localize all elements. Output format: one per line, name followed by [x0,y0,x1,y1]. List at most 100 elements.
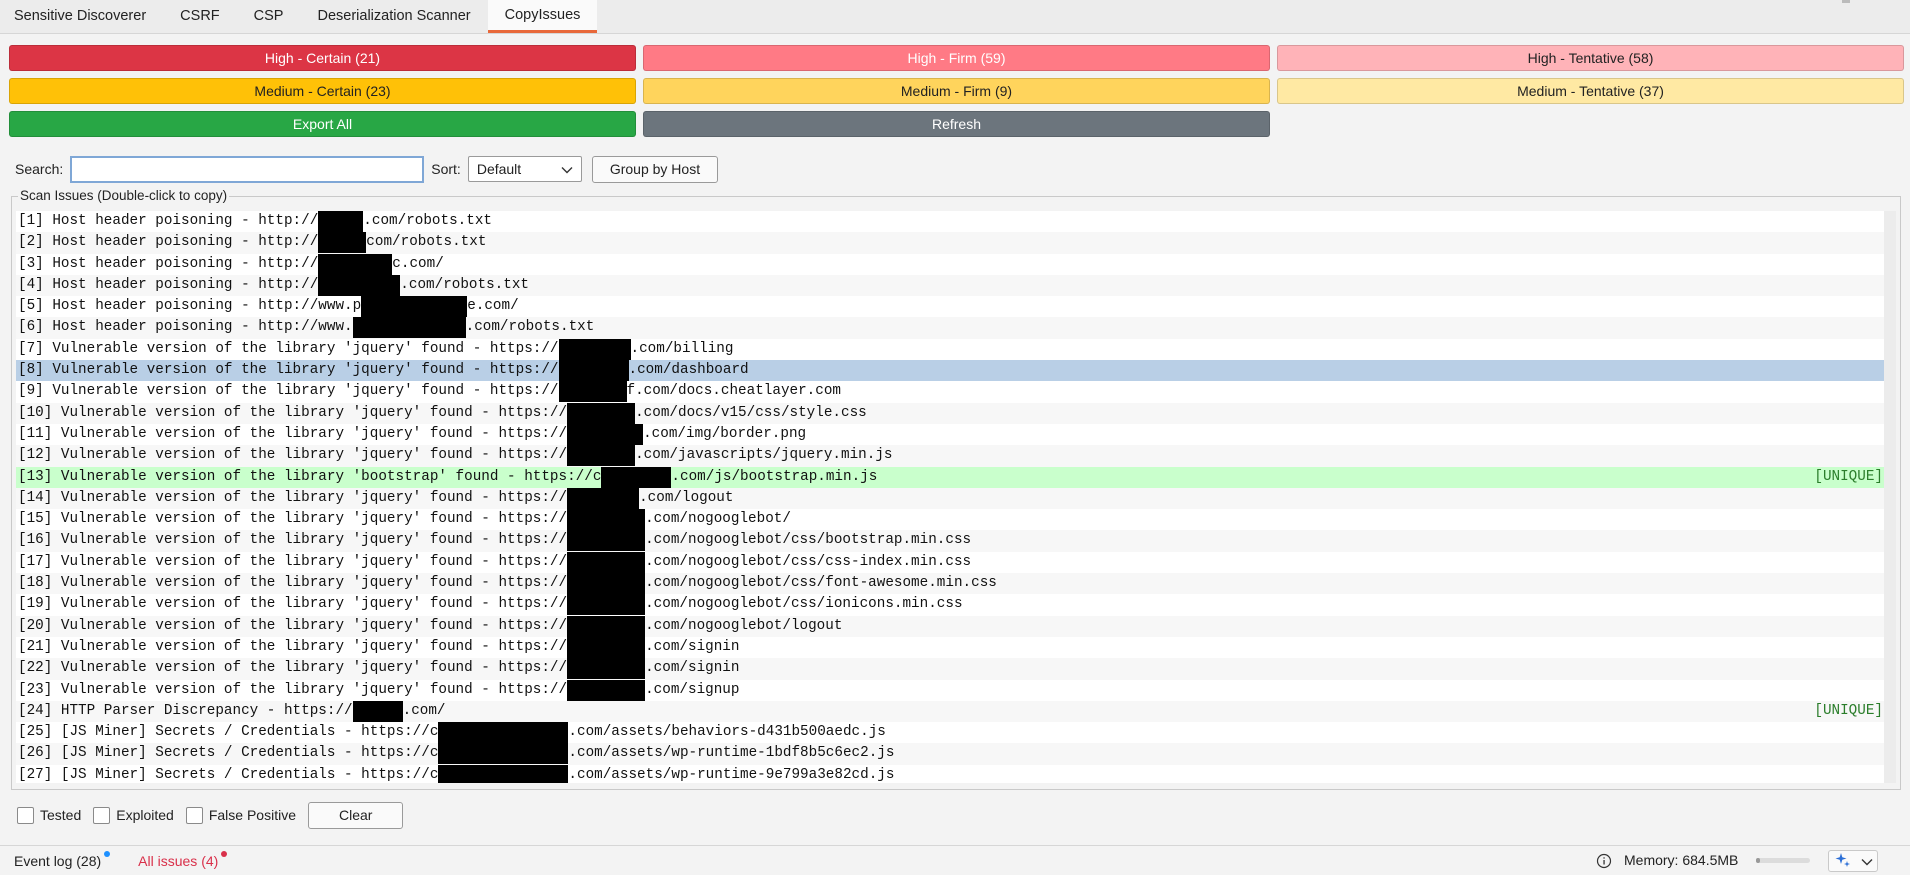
false-positive-checkbox[interactable]: False Positive [185,806,296,824]
info-icon[interactable] [1596,853,1612,872]
issue-text-suffix: .com/signin [645,660,740,677]
issue-text-prefix: [16] Vulnerable version of the library '… [18,532,568,549]
redacted-host [567,615,646,637]
ai-assistant-button[interactable] [1828,850,1878,872]
medium-tentative-button[interactable]: Medium - Tentative (37) [1277,78,1904,104]
memory-bar [1756,858,1810,863]
issue-row[interactable]: [5] Host header poisoning - http://www.p… [16,296,1885,318]
redacted-host [567,573,646,595]
event-log-link[interactable]: Event log (28) [14,850,111,869]
issue-text-prefix: [24] HTTP Parser Discrepancy - https:// [18,702,353,719]
tab-copyissues[interactable]: CopyIssues [487,0,598,33]
issue-text-suffix: .com/robots.txt [400,276,529,293]
issue-row[interactable]: [7] Vulnerable version of the library 'j… [16,338,1885,360]
issue-text-suffix: c.com/ [392,255,444,272]
all-issues-link[interactable]: All issues (4) [138,850,228,869]
tab-sensitive-discoverer[interactable]: Sensitive Discoverer [0,0,163,33]
event-log-dot [104,850,111,857]
issue-text-prefix: [19] Vulnerable version of the library '… [18,596,568,613]
tested-checkbox-box[interactable] [17,806,34,824]
issue-row[interactable]: [24] HTTP Parser Discrepancy - https://.… [16,700,1885,723]
redacted-host [318,211,364,232]
issue-row[interactable]: [22] Vulnerable version of the library '… [16,658,1885,680]
issue-row[interactable]: [12] Vulnerable version of the library '… [16,445,1885,467]
issue-list[interactable]: [1] Host header poisoning - http:// .com/… [16,211,1885,783]
issue-row[interactable]: [6] Host header poisoning - http://www..… [16,317,1885,339]
issue-row[interactable]: [8] Vulnerable version of the library 'j… [16,360,1885,382]
issue-row[interactable]: [27] [JS Miner] Secrets / Credentials - … [16,764,1885,783]
issue-row[interactable]: [26] [JS Miner] Secrets / Credentials - … [16,743,1885,765]
issue-row[interactable]: [14] Vulnerable version of the library '… [16,487,1885,510]
issue-row[interactable]: [4] Host header poisoning - http:// .com/… [16,274,1885,297]
exploited-checkbox-box[interactable] [93,806,111,824]
tested-checkbox[interactable]: Tested [17,806,82,824]
tab-csp[interactable]: CSP [237,0,301,33]
issue-text-prefix: [10] Vulnerable version of the library '… [18,404,568,421]
tab-csrf[interactable]: CSRF [163,0,236,33]
issue-text-suffix: .com/signup [645,681,740,698]
issue-text-suffix: .com/assets/wp-runtime-1bdf8b5c6ec2.js [568,745,895,762]
search-input[interactable] [70,155,425,183]
issue-row[interactable]: [25] [JS Miner] Secrets / Credentials - … [16,722,1885,744]
high-firm-button[interactable]: High - Firm (59) [643,45,1270,71]
search-label: Search: [15,161,64,177]
redacted-host [438,722,569,744]
issue-row[interactable]: [20] Vulnerable version of the library '… [16,615,1885,637]
issue-text-prefix: [14] Vulnerable version of the library '… [18,489,568,506]
issue-text-suffix: .com/assets/behaviors-d431b500aedc.js [568,724,886,741]
issue-text-suffix: .com/ [402,702,446,719]
issue-row[interactable]: [2] Host header poisoning - http:// com/r… [16,232,1885,254]
tab-deserialization-scanner[interactable]: Deserialization Scanner [300,0,487,33]
issue-row[interactable]: [1] Host header poisoning - http:// .com/… [16,211,1885,232]
redacted-host [352,317,466,339]
issue-row[interactable]: [23] Vulnerable version of the library '… [16,679,1885,701]
issue-text-suffix: .com/nogooglebot/css/bootstrap.min.css [645,532,972,549]
redacted-host [558,338,631,360]
issue-text-suffix: .com/nogooglebot/css/css-index.min.css [645,553,972,570]
tested-label: Tested [40,807,82,823]
export-all-button[interactable]: Export All [9,111,636,137]
redacted-host [567,402,636,424]
issue-text-suffix: .com/javascripts/jquery.min.js [635,447,893,464]
scan-issues-title: Scan Issues (Double-click to copy) [18,188,230,203]
medium-firm-button[interactable]: Medium - Firm (9) [643,78,1270,104]
high-certain-button[interactable]: High - Certain (21) [9,45,636,71]
redacted-host [318,232,367,254]
issue-row[interactable]: [9] Vulnerable version of the library 'j… [16,381,1885,403]
redacted-host [318,253,393,275]
issue-row[interactable]: [19] Vulnerable version of the library '… [16,594,1885,616]
status-bar: Event log (28) All issues (4) Memory: 68… [0,845,1910,875]
unique-badge: [UNIQUE] [1814,468,1883,485]
clear-button[interactable]: Clear [308,801,404,829]
redacted-host [558,381,627,403]
medium-certain-button[interactable]: Medium - Certain (23) [9,78,636,104]
sort-select[interactable]: Default [467,156,582,182]
issue-text-prefix: [22] Vulnerable version of the library '… [18,660,568,677]
redacted-host [567,423,644,445]
refresh-button[interactable]: Refresh [643,111,1270,137]
issue-row[interactable]: [11] Vulnerable version of the library '… [16,423,1885,445]
redacted-host [567,509,646,531]
chevron-down-icon[interactable] [1861,853,1873,869]
false-positive-checkbox-box[interactable] [185,806,203,824]
issue-text-prefix: [26] [JS Miner] Secrets / Credentials - … [18,745,439,762]
redacted-host [601,466,672,488]
issue-row[interactable]: [15] Vulnerable version of the library '… [16,509,1885,531]
high-tentative-button[interactable]: High - Tentative (58) [1277,45,1904,71]
vertical-scrollbar[interactable] [1884,211,1896,783]
group-by-host-button[interactable]: Group by Host [591,155,719,183]
exploited-label: Exploited [116,807,174,823]
issue-row[interactable]: [3] Host header poisoning - http:// c.com… [16,253,1885,275]
issue-row[interactable]: [16] Vulnerable version of the library '… [16,530,1885,552]
redacted-host [567,530,646,552]
scan-issues-panel: Scan Issues (Double-click to copy) [1] H… [11,188,1901,790]
issue-row[interactable]: [21] Vulnerable version of the library '… [16,636,1885,658]
issue-row[interactable]: [17] Vulnerable version of the library '… [16,551,1885,573]
memory-bar-fill [1756,858,1760,863]
issue-row[interactable]: [18] Vulnerable version of the library '… [16,573,1885,595]
issue-row[interactable]: [13] Vulnerable version of the library '… [16,466,1885,488]
issue-row[interactable]: [10] Vulnerable version of the library '… [16,402,1885,424]
redacted-host [318,274,401,296]
exploited-checkbox[interactable]: Exploited [93,806,174,824]
issue-text-prefix: [7] Vulnerable version of the library 'j… [18,340,559,357]
